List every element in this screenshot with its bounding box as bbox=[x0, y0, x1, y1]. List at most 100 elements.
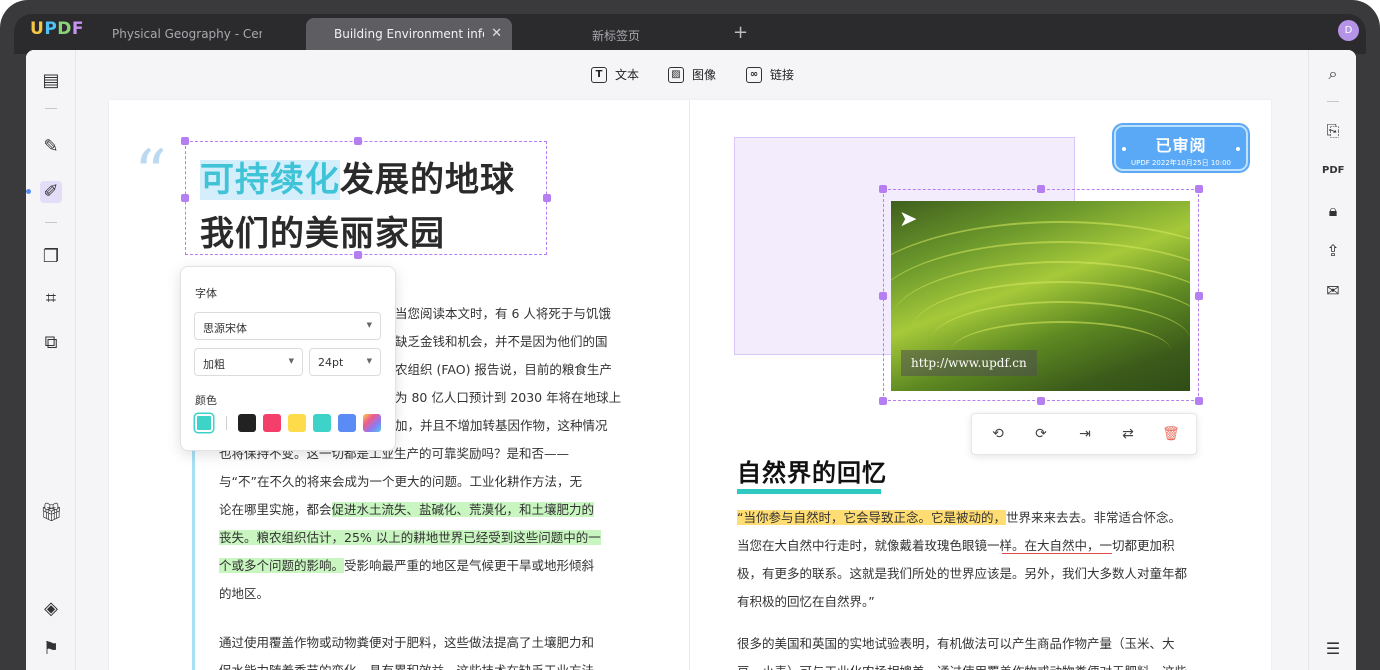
resize-handle[interactable] bbox=[181, 194, 189, 202]
protect-icon[interactable]: 🔒︎ bbox=[1322, 200, 1344, 222]
cursor-arrow-icon: ➤ bbox=[899, 207, 918, 232]
resize-handle[interactable] bbox=[879, 185, 887, 193]
resize-handle[interactable] bbox=[1195, 397, 1203, 405]
title-line-2[interactable]: 我们的美丽家园 bbox=[200, 206, 445, 255]
title-highlight: 可持续化 bbox=[200, 160, 340, 200]
paragraph-line: 个或多个问题的影响。受影响最严重的地区是气候更干旱或地形倾斜 bbox=[219, 552, 594, 580]
rice-terrace-photo[interactable]: ➤ http://www.updf.cn bbox=[891, 201, 1190, 391]
tab-new-tab[interactable]: 新标签页 bbox=[530, 18, 702, 50]
image-icon: ▨ bbox=[668, 66, 684, 83]
resize-handle[interactable] bbox=[181, 137, 189, 145]
paragraph-line: 的地区。 bbox=[219, 586, 270, 601]
text-span: 受影响最严重的地区是气候更干旱或地形倾斜 bbox=[344, 558, 595, 573]
resize-handle[interactable] bbox=[1037, 397, 1045, 405]
paragraph-line: 农组织 (FAO) 报告说，目前的粮食生产 bbox=[395, 362, 612, 377]
quote-mark-icon: “ bbox=[134, 137, 167, 211]
paragraph-line: 加，并且不增加转基因作物，这种情况 bbox=[395, 418, 608, 433]
link-icon: ∞ bbox=[746, 66, 762, 83]
font-label: 字体 bbox=[195, 287, 217, 300]
extract-image-icon[interactable]: ⇥ bbox=[1076, 425, 1094, 443]
replace-image-icon[interactable]: ⇄ bbox=[1119, 425, 1137, 443]
color-label: 颜色 bbox=[195, 394, 217, 407]
right-page: 已审阅 UPDF 2022年10月25日 10:00 ➤ http://www.… bbox=[690, 100, 1271, 670]
comments-icon[interactable]: ☰ bbox=[1322, 638, 1344, 660]
red-underline-annotation[interactable] bbox=[1002, 553, 1112, 554]
color-swatch-yellow[interactable] bbox=[288, 414, 306, 432]
edit-pdf-icon[interactable]: ✐ bbox=[40, 181, 62, 203]
email-icon[interactable]: ✉ bbox=[1322, 280, 1344, 302]
title-rest: 发展的地球 bbox=[340, 160, 515, 200]
paragraph-line: 很多的美国和英国的实地试验表明，有机做法可以产生商品作物产量（玉米、大 bbox=[737, 636, 1175, 651]
layers-icon[interactable]: ◈ bbox=[40, 598, 62, 620]
section-underline bbox=[737, 489, 881, 494]
resize-handle[interactable] bbox=[1195, 292, 1203, 300]
resize-handle[interactable] bbox=[879, 292, 887, 300]
text-tool-button[interactable]: T 文本 bbox=[591, 66, 639, 83]
font-size-select[interactable]: 24pt ▼ bbox=[309, 348, 381, 376]
text-icon: T bbox=[591, 66, 607, 83]
paragraph-line: 通过使用覆盖作物或动物粪便对于肥料，这些做法提高了土壤肥力和 bbox=[219, 635, 595, 650]
paragraph-bar bbox=[192, 450, 195, 670]
green-highlight[interactable]: 个或多个问题的影响。 bbox=[219, 558, 345, 573]
stamp-subtitle: UPDF 2022年10月25日 10:00 bbox=[1130, 159, 1231, 167]
tab-label: Physical Geography - Cent bbox=[112, 27, 262, 41]
font-size-value: 24pt bbox=[318, 356, 344, 369]
paragraph-line: “当你参与自然时，它会导致正念。它是被动的，世界来来去去。非常适合怀念。 bbox=[737, 504, 1181, 532]
right-sidebar: ⌕ ⎘ PDF 🔒︎ ⇪ ✉ ☰ bbox=[1308, 50, 1356, 670]
divider bbox=[1327, 101, 1339, 102]
image-tool-button[interactable]: ▨ 图像 bbox=[668, 66, 716, 83]
resize-handle[interactable] bbox=[354, 137, 362, 145]
color-swatch-black[interactable] bbox=[238, 414, 256, 432]
link-tool-label: 链接 bbox=[770, 68, 795, 82]
ocr-convert-icon[interactable]: ⎘ bbox=[1322, 120, 1344, 142]
tab-physical-geography[interactable]: Physical Geography - Cent bbox=[98, 18, 276, 50]
convert-icon[interactable]: ⧉ bbox=[40, 332, 62, 354]
green-highlight[interactable]: 丧失。粮农组织估计，25% 以上的耕地世界已经受到这些问题中的一 bbox=[219, 530, 601, 545]
title-line-1[interactable]: 可持续化发展的地球 bbox=[200, 152, 515, 201]
font-family-value: 思源宋体 bbox=[203, 322, 247, 335]
green-highlight[interactable]: 促进水土流失、盐碱化、荒漠化，和土壤肥力的 bbox=[331, 502, 595, 517]
rotate-left-icon[interactable]: ⟲ bbox=[989, 425, 1007, 443]
paragraph-line: 促水能力随着季节的变化，具有累积效益，这些技术在缺乏工业方法 bbox=[219, 657, 594, 670]
font-weight-value: 加粗 bbox=[203, 358, 225, 371]
paragraph-line: 当您阅读本文时，有 6 人将死于与饥饿 bbox=[395, 306, 611, 321]
font-family-select[interactable]: 思源宋体 ▼ bbox=[194, 312, 381, 340]
gift-icon[interactable]: 🎁︎ bbox=[40, 502, 63, 524]
chevron-down-icon: ▼ bbox=[366, 321, 372, 329]
resize-handle[interactable] bbox=[543, 194, 551, 202]
color-swatch-teal[interactable] bbox=[313, 414, 331, 432]
search-icon[interactable]: ⌕ bbox=[1322, 63, 1344, 85]
avatar[interactable]: D bbox=[1338, 20, 1359, 41]
active-indicator bbox=[26, 189, 31, 194]
updf-logo: UPDF bbox=[30, 19, 85, 39]
add-tab-icon[interactable]: + bbox=[733, 24, 748, 42]
resize-handle[interactable] bbox=[879, 397, 887, 405]
resize-handle[interactable] bbox=[1037, 185, 1045, 193]
font-weight-select[interactable]: 加粗 ▼ bbox=[194, 348, 303, 376]
color-swatch-custom[interactable] bbox=[363, 414, 381, 432]
resize-handle[interactable] bbox=[1195, 185, 1203, 193]
color-swatch-blue[interactable] bbox=[338, 414, 356, 432]
close-icon[interactable]: ✕ bbox=[491, 26, 502, 41]
bookmark-icon[interactable]: ⚑ bbox=[40, 638, 62, 660]
link-tool-button[interactable]: ∞ 链接 bbox=[746, 66, 794, 83]
tab-building-environment[interactable]: Building Environment inforr ✕ bbox=[306, 18, 512, 50]
reader-mode-icon[interactable]: ▤ bbox=[40, 70, 62, 92]
delete-icon[interactable]: 🗑︎ bbox=[1162, 425, 1180, 443]
image-tool-label: 图像 bbox=[692, 68, 717, 82]
tab-label: 新标签页 bbox=[591, 29, 640, 43]
selected-color-swatch[interactable] bbox=[195, 414, 213, 432]
comment-tool-icon[interactable]: ✎ bbox=[40, 136, 62, 158]
yellow-highlight[interactable]: “当你参与自然时，它会导致正念。它是被动的， bbox=[737, 510, 1006, 525]
share-icon[interactable]: ⇪ bbox=[1322, 240, 1344, 262]
reviewed-stamp[interactable]: 已审阅 UPDF 2022年10月25日 10:00 bbox=[1114, 125, 1248, 171]
divider bbox=[226, 416, 227, 430]
organize-pages-icon[interactable]: ❐ bbox=[40, 246, 62, 268]
crop-icon[interactable]: ⌗ bbox=[40, 288, 62, 310]
rotate-right-icon[interactable]: ⟳ bbox=[1032, 425, 1050, 443]
paragraph-line: 与“不”在不久的将来会成为一个更大的问题。工业化耕作方法，无 bbox=[219, 474, 582, 489]
paragraph-line: 缺乏金钱和机会，并不是因为他们的国 bbox=[395, 334, 608, 349]
pdfa-icon[interactable]: PDF bbox=[1322, 160, 1344, 182]
image-toolbar: ⟲ ⟳ ⇥ ⇄ 🗑︎ bbox=[971, 413, 1197, 455]
color-swatch-red[interactable] bbox=[263, 414, 281, 432]
